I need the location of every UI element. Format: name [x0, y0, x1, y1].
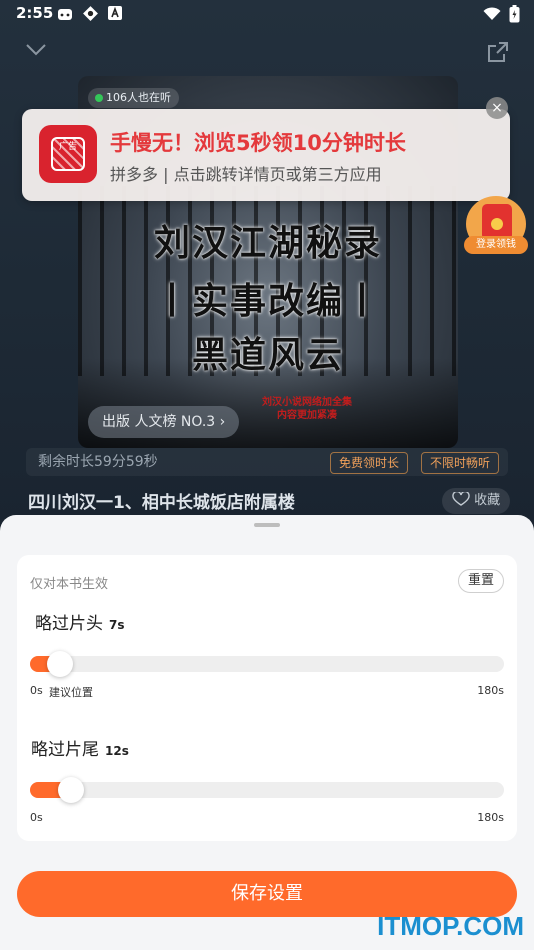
heart-icon	[452, 490, 470, 506]
skip-intro-slider[interactable]	[30, 651, 504, 677]
skip-outro-min: 0s	[30, 811, 43, 824]
status-time: 2:55	[16, 4, 54, 22]
free-time-button[interactable]: 免费领时长	[330, 452, 409, 474]
wifi-icon	[483, 7, 501, 20]
ad-banner[interactable]: 广告 手慢无！浏览5秒领10分钟时长 拼多多 | 点击跳转详情页或第三方应用 ×	[22, 97, 510, 201]
battery-icon	[509, 5, 520, 23]
status-bar: 2:55	[0, 0, 534, 28]
site-watermark: ITMOP.COM	[377, 911, 524, 941]
skip-intro-max: 180s	[477, 684, 504, 697]
login-reward-label: 登录领钱	[464, 236, 528, 254]
live-dot-icon	[95, 94, 103, 102]
favorite-label: 收藏	[474, 493, 501, 508]
favorite-button[interactable]: 收藏	[442, 488, 511, 514]
skip-intro-hint: 建议位置	[49, 686, 93, 699]
skip-settings-sheet: 仅对本书生效 重置 略过片头 7s 0s 建议位置 180s 略过片尾 12s 0s…	[0, 515, 534, 950]
reset-button[interactable]: 重置	[458, 569, 504, 593]
unlimited-listen-button[interactable]: 不限时畅听	[421, 452, 500, 474]
skip-intro-min: 0s	[30, 684, 43, 697]
ad-subtitle: 拼多多 | 点击跳转详情页或第三方应用	[110, 165, 382, 184]
skip-outro-title: 略过片尾 12s	[31, 735, 129, 760]
cover-red-text: 刘汉小说网络加全集 内容更加紧凑	[262, 396, 352, 422]
skip-intro-label: 略过片头	[35, 614, 103, 634]
skip-settings-card: 仅对本书生效 重置 略过片头 7s 0s 建议位置 180s 略过片尾 12s 0s…	[17, 555, 517, 841]
chapter-title: 四川刘汉一1、相中长城饭店附属楼	[28, 493, 295, 513]
ad-title: 手慢无！浏览5秒领10分钟时长	[110, 131, 406, 155]
skip-intro-value: 7s	[109, 618, 125, 632]
notification-icon	[58, 9, 72, 20]
listener-count-pill: 106人也在听	[88, 88, 179, 108]
ad-close-button[interactable]: ×	[486, 97, 508, 119]
skip-intro-title: 略过片头 7s	[35, 609, 125, 634]
scope-label: 仅对本书生效	[30, 577, 109, 592]
collapse-chevron-icon[interactable]	[24, 40, 48, 60]
a-notification-icon	[108, 6, 122, 20]
cover-title-line: 黑道风云	[191, 334, 344, 376]
skip-intro-thumb[interactable]	[47, 651, 73, 677]
coin-icon	[491, 218, 503, 230]
app-notification-icon	[83, 6, 98, 21]
ad-tag: 广告	[59, 142, 78, 152]
cover-red-line: 内容更加紧凑	[277, 410, 337, 421]
skip-outro-max: 180s	[477, 811, 504, 824]
remaining-time-label: 剩余时长59分59秒	[38, 454, 158, 470]
listener-count-label: 106人也在听	[106, 91, 171, 104]
cover-title-line: 刘汉江湖秘录	[153, 222, 382, 264]
cover-title-line: 丨实事改编丨	[153, 280, 382, 322]
skip-outro-slider[interactable]	[30, 777, 504, 803]
cover-red-line: 刘汉小说网络加全集	[262, 397, 352, 408]
skip-outro-label: 略过片尾	[31, 740, 99, 760]
skip-outro-value: 12s	[105, 744, 129, 758]
rank-badge[interactable]: 出版 人文榜 NO.3 ›	[88, 406, 240, 438]
login-reward-widget[interactable]: 登录领钱	[464, 196, 528, 258]
skip-outro-thumb[interactable]	[57, 777, 84, 803]
pinduoduo-logo-icon: 广告	[39, 125, 97, 183]
drag-handle[interactable]	[254, 523, 280, 527]
share-icon[interactable]	[486, 40, 510, 64]
